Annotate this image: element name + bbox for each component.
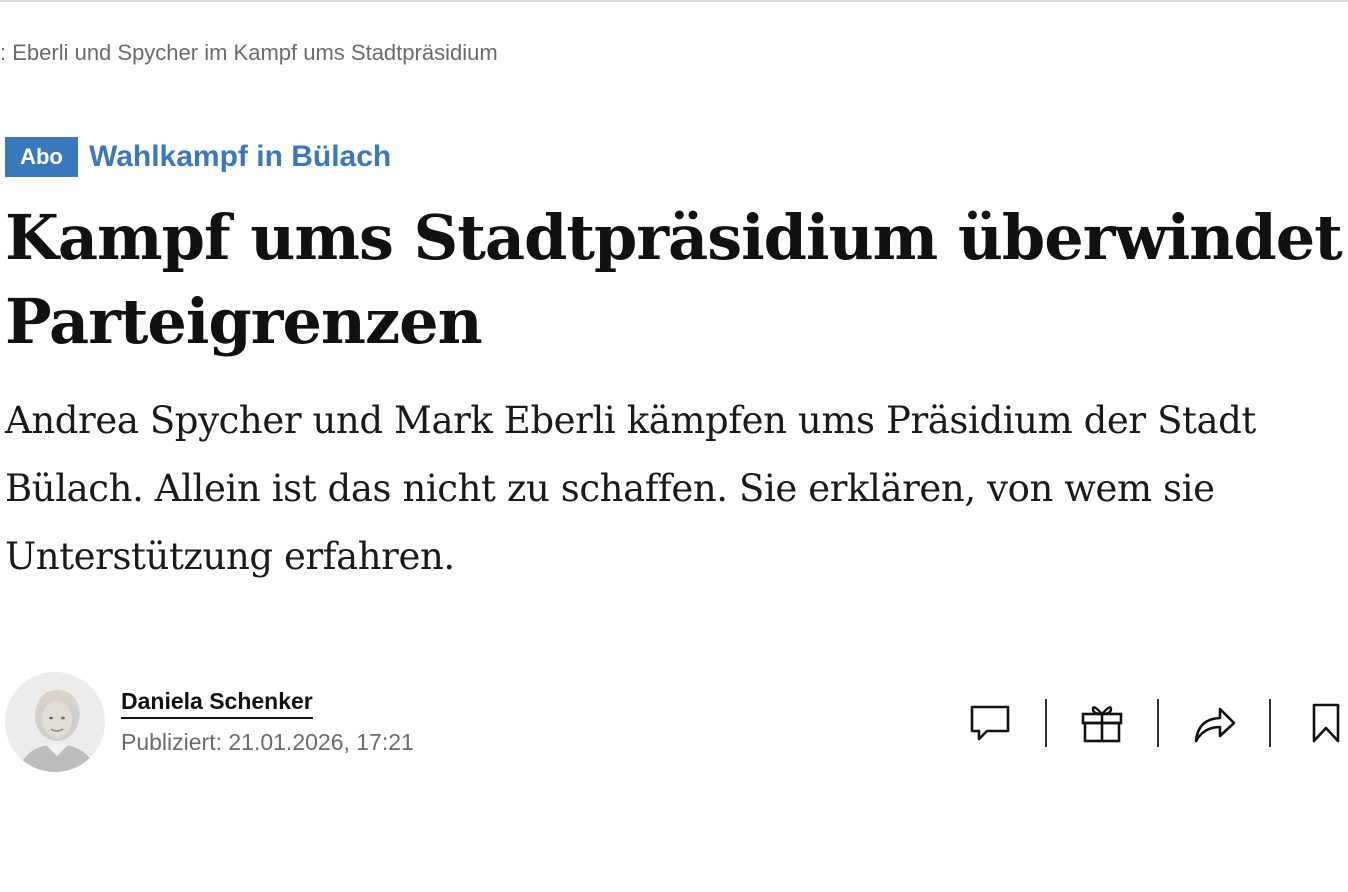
article-kicker: Abo Wahlkampf in Bülach (5, 137, 391, 177)
bookmark-icon (1312, 703, 1340, 743)
share-button[interactable] (1159, 698, 1269, 748)
gift-icon (1081, 706, 1123, 743)
published-date: Publiziert: 21.01.2026, 17:21 (121, 729, 414, 755)
article-actions (935, 698, 1341, 748)
comment-icon (970, 705, 1010, 741)
kicker-topic[interactable]: Wahlkampf in Bülach (89, 140, 391, 174)
abo-badge: Abo (5, 137, 78, 177)
article-headline: Kampf ums Stadtpräsidium überwindet Part… (5, 201, 1343, 358)
avatar-portrait-icon (5, 672, 105, 772)
author-info: Daniela Schenker Publiziert: 21.01.2026,… (121, 688, 414, 756)
byline: Daniela Schenker Publiziert: 21.01.2026,… (5, 672, 414, 772)
share-icon (1194, 707, 1236, 743)
gift-button[interactable] (1047, 698, 1157, 748)
top-divider (0, 0, 1348, 2)
author-avatar[interactable] (5, 672, 105, 772)
author-name-link[interactable]: Daniela Schenker (121, 688, 313, 719)
comment-button[interactable] (935, 698, 1045, 748)
article-lead: Andrea Spycher und Mark Eberli kämpfen u… (5, 399, 1256, 578)
bookmark-button[interactable] (1271, 698, 1341, 748)
ticker-text[interactable]: : Eberli und Spycher im Kampf ums Stadtp… (0, 40, 498, 66)
